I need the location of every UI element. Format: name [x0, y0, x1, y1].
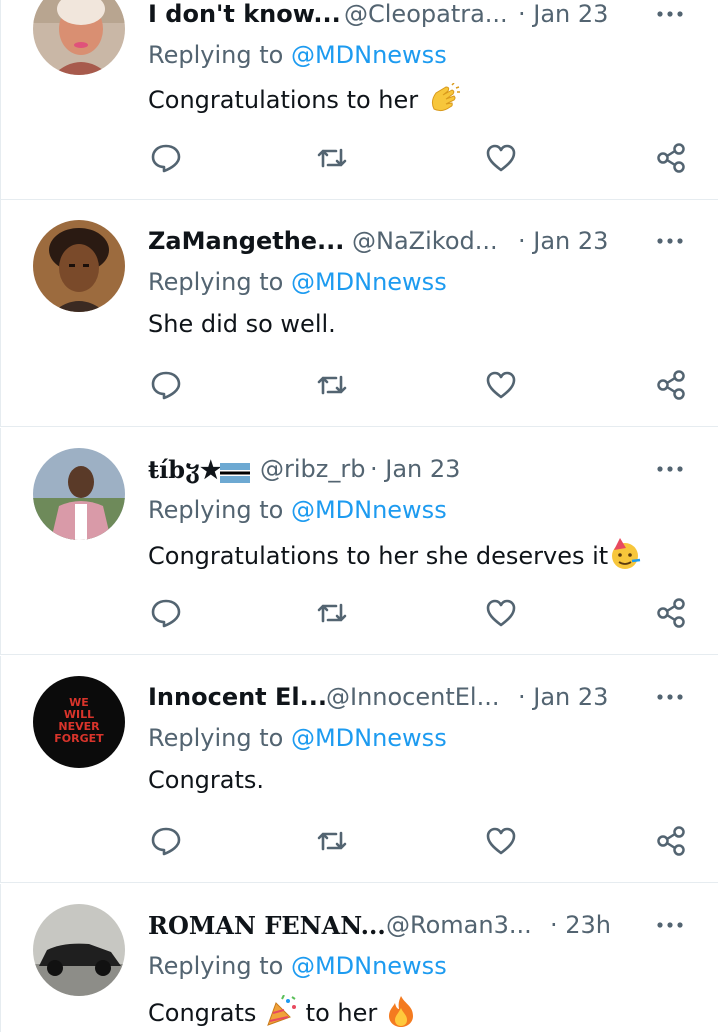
avatar-logo-text: FORGET	[54, 732, 104, 745]
botswana-flag-icon	[220, 461, 250, 483]
replying-label: Replying to	[148, 268, 291, 296]
mention-link[interactable]: @MDNnewss	[291, 724, 447, 752]
author-handle[interactable]: @NaZikod...	[352, 227, 498, 255]
tweet-text-content: Congratulations to her	[148, 86, 419, 114]
timestamp[interactable]: · 23h	[550, 911, 611, 939]
fire-icon	[385, 994, 417, 1032]
author-name[interactable]: ZaMangethe...	[148, 227, 344, 255]
tweet-text-content: Congrats	[148, 999, 257, 1027]
share-icon[interactable]	[653, 823, 689, 859]
replying-label: Replying to	[148, 41, 291, 69]
mention-link[interactable]: @MDNnewss	[291, 41, 447, 69]
reply-icon[interactable]	[148, 595, 184, 631]
retweet-icon[interactable]	[314, 367, 350, 403]
clapping-hands-icon	[426, 82, 460, 119]
like-icon[interactable]	[483, 367, 519, 403]
author-handle[interactable]: @Cleopatra...	[344, 0, 508, 28]
share-icon[interactable]	[653, 367, 689, 403]
replying-label: Replying to	[148, 952, 291, 980]
tweet[interactable]: ZaMangethe... @NaZikod... · Jan 23 Reply…	[0, 200, 718, 427]
author-name[interactable]: Innocent El...	[148, 683, 327, 711]
action-bar	[1, 140, 719, 180]
tweet-text: Congrats.	[148, 766, 264, 794]
timestamp[interactable]: · Jan 23	[518, 227, 608, 255]
tweet-text: Congratulations to her	[148, 82, 460, 119]
share-icon[interactable]	[653, 595, 689, 631]
author-handle[interactable]: @InnocentEl...	[326, 683, 499, 711]
more-icon[interactable]	[650, 911, 690, 941]
tweet-text-content: to her	[305, 999, 378, 1027]
tweet[interactable]: I don't know... @Cleopatra... · Jan 23 R…	[0, 0, 718, 200]
reply-icon[interactable]	[148, 823, 184, 859]
replying-to: Replying to @MDNnewss	[148, 952, 447, 980]
tweet[interactable]: ROMAN FENAN... @Roman3... · 23h Replying…	[0, 884, 718, 1032]
avatar[interactable]	[33, 220, 125, 312]
more-icon[interactable]	[650, 227, 690, 257]
tweet-text-content: Congratulations to her she deserves it	[148, 542, 609, 570]
tweet[interactable]: WE WILL NEVER FORGET Innocent El... @Inn…	[0, 656, 718, 883]
replying-to: Replying to @MDNnewss	[148, 724, 447, 752]
action-bar	[1, 595, 719, 635]
replying-to: Replying to @MDNnewss	[148, 41, 447, 69]
replying-to: Replying to @MDNnewss	[148, 496, 447, 524]
like-icon[interactable]	[483, 595, 519, 631]
tweet-text: Congrats to her	[148, 994, 417, 1032]
share-icon[interactable]	[653, 140, 689, 176]
action-bar	[1, 367, 719, 407]
author-name[interactable]: ŧíbჳ★	[148, 455, 222, 484]
more-icon[interactable]	[650, 0, 690, 30]
reply-feed: I don't know... @Cleopatra... · Jan 23 R…	[0, 0, 720, 1032]
timestamp[interactable]: · Jan 23	[370, 455, 460, 483]
mention-link[interactable]: @MDNnewss	[291, 952, 447, 980]
author-name[interactable]: ROMAN FENAN...	[148, 911, 386, 940]
replying-to: Replying to @MDNnewss	[148, 268, 447, 296]
reply-icon[interactable]	[148, 140, 184, 176]
more-icon[interactable]	[650, 683, 690, 713]
reply-icon[interactable]	[148, 367, 184, 403]
avatar[interactable]	[33, 448, 125, 540]
replying-label: Replying to	[148, 496, 291, 524]
avatar[interactable]	[33, 904, 125, 996]
retweet-icon[interactable]	[314, 823, 350, 859]
author-handle[interactable]: @ribz_rb	[260, 455, 365, 483]
tweet-text: She did so well.	[148, 310, 336, 338]
retweet-icon[interactable]	[314, 140, 350, 176]
partying-face-icon	[608, 538, 642, 576]
timestamp[interactable]: · Jan 23	[518, 683, 608, 711]
author-name[interactable]: I don't know...	[148, 0, 341, 28]
avatar[interactable]	[33, 0, 125, 75]
replying-label: Replying to	[148, 724, 291, 752]
mention-link[interactable]: @MDNnewss	[291, 268, 447, 296]
like-icon[interactable]	[483, 140, 519, 176]
retweet-icon[interactable]	[314, 595, 350, 631]
mention-link[interactable]: @MDNnewss	[291, 496, 447, 524]
more-icon[interactable]	[650, 455, 690, 485]
author-handle[interactable]: @Roman3...	[386, 911, 532, 939]
tweet-text: Congratulations to her she deserves it	[148, 538, 642, 576]
tweet-text-content: She did so well.	[148, 310, 336, 338]
party-popper-icon	[264, 994, 298, 1032]
timestamp[interactable]: · Jan 23	[518, 0, 608, 28]
tweet[interactable]: ŧíbჳ★ @ribz_rb · Jan 23 Replying to @MDN…	[0, 428, 718, 655]
action-bar	[1, 823, 719, 863]
like-icon[interactable]	[483, 823, 519, 859]
avatar[interactable]: WE WILL NEVER FORGET	[33, 676, 125, 768]
tweet-text-content: Congrats.	[148, 766, 265, 794]
